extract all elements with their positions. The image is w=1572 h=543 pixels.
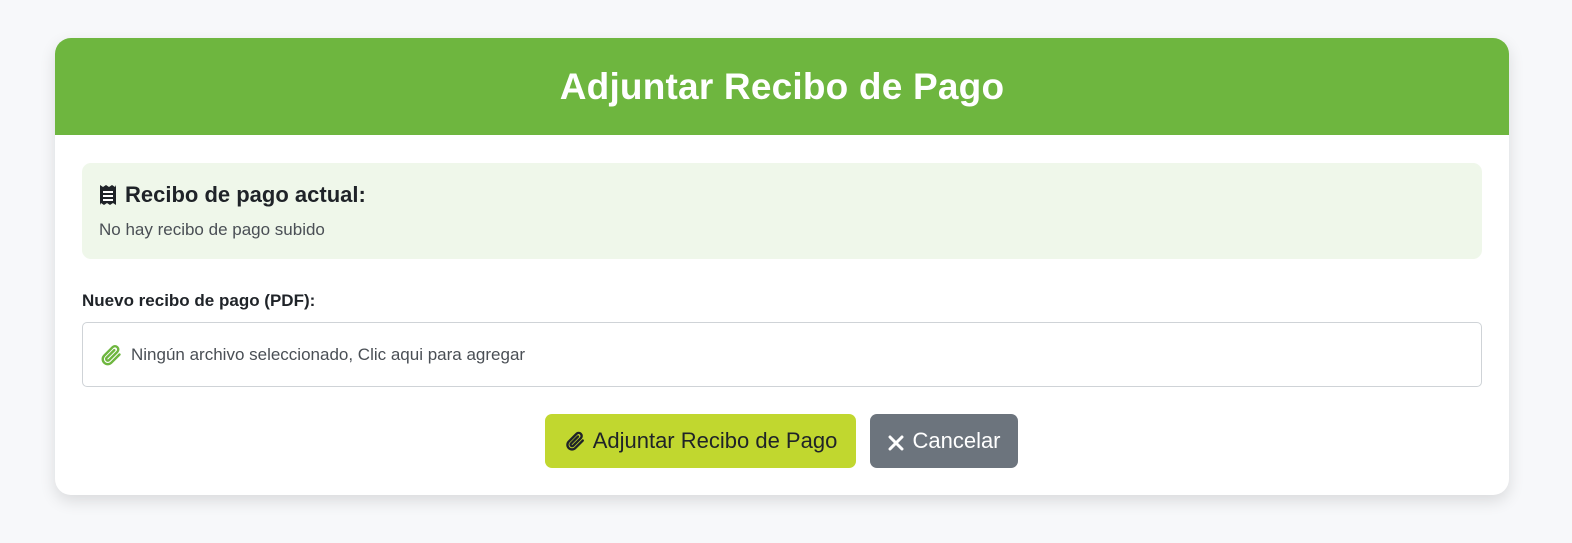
current-receipt-panel: Recibo de pago actual: No hay recibo de …	[82, 163, 1482, 259]
file-upload-input[interactable]: Ningún archivo seleccionado, Clic aqui p…	[82, 322, 1482, 387]
page-title: Adjuntar Recibo de Pago	[559, 65, 1005, 107]
paperclip-icon	[99, 343, 123, 367]
new-receipt-label: Nuevo recibo de pago (PDF):	[82, 291, 316, 310]
attach-receipt-button[interactable]: Adjuntar Recibo de Pago	[545, 414, 856, 468]
current-receipt-status: No hay recibo de pago subido	[99, 220, 325, 239]
file-upload-placeholder: Ningún archivo seleccionado, Clic aqui p…	[131, 344, 526, 364]
card-header: Adjuntar Recibo de Pago	[55, 38, 1509, 135]
paperclip-icon	[564, 430, 586, 452]
current-receipt-title: Recibo de pago actual:	[125, 182, 366, 207]
attach-receipt-button-label: Adjuntar Recibo de Pago	[592, 428, 838, 453]
attach-receipt-card: Adjuntar Recibo de Pago Recibo de pago a…	[55, 38, 1509, 495]
close-icon	[887, 432, 905, 451]
receipt-icon	[99, 184, 117, 206]
cancel-button[interactable]: Cancelar	[870, 414, 1018, 468]
cancel-button-label: Cancelar	[912, 428, 1001, 453]
current-receipt-heading: Recibo de pago actual:	[99, 182, 366, 208]
